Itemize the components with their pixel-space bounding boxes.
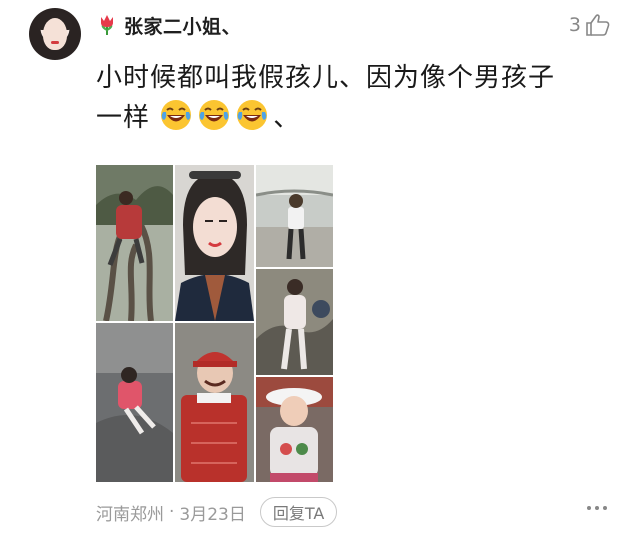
avatar-lips: [51, 41, 59, 44]
photo-child-red-hat[interactable]: [175, 323, 254, 482]
avatar[interactable]: [29, 8, 81, 60]
like-count: 3: [568, 14, 581, 36]
more-options-icon[interactable]: [583, 506, 607, 510]
comment-line-2-suffix: 、: [273, 103, 301, 133]
laughing-tears-icon: [199, 100, 230, 130]
tulip-icon: [101, 15, 113, 35]
reply-button[interactable]: 回复TA: [259, 497, 338, 527]
photo-child-ground[interactable]: [96, 323, 173, 482]
photo-tree-climb[interactable]: [96, 165, 173, 321]
location-label: 河南郑州: [96, 504, 164, 525]
more-dot: [587, 506, 591, 510]
photo-collage[interactable]: [96, 165, 333, 482]
like-button[interactable]: 3: [569, 13, 611, 37]
reply-button-label: 回复TA: [272, 504, 325, 523]
photo-child-white-hat[interactable]: [256, 377, 333, 482]
comment-line-2-prefix: 一样: [96, 103, 151, 133]
user-row: 张家二小姐、: [96, 12, 241, 38]
more-dot: [595, 506, 599, 510]
username[interactable]: 张家二小姐、: [124, 12, 241, 39]
comment-line-1: 小时候都叫我假孩儿、因为像个男孩子: [96, 63, 556, 93]
comment-meta: 河南郑州 · 3月23日 回复TA: [96, 497, 338, 527]
photo-child-rocks[interactable]: [256, 269, 333, 375]
photo-lake-child[interactable]: [256, 165, 333, 267]
thumbs-up-icon[interactable]: [585, 13, 611, 37]
date-label: 3月23日: [179, 504, 246, 525]
comment-text: 小时候都叫我假孩儿、因为像个男孩子 一样 、: [96, 58, 616, 138]
laughing-tears-icon: [237, 100, 268, 130]
laughing-tears-icon: [161, 100, 192, 130]
photo-portrait-adult[interactable]: [175, 165, 254, 321]
meta-separator: ·: [169, 502, 175, 522]
avatar-face: [43, 18, 67, 50]
more-dot: [603, 506, 607, 510]
comment-line-2: 一样 、: [96, 98, 616, 138]
